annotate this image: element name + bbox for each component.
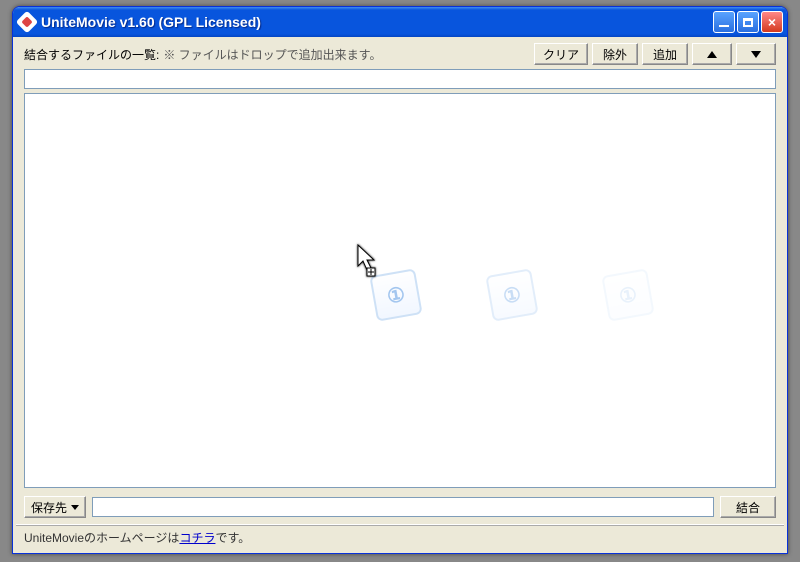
add-button[interactable]: 追加 (642, 43, 688, 65)
app-window: UniteMovie v1.60 (GPL Licensed) × 結合するファ… (12, 6, 788, 554)
drag-ghost-icons: ① ① ① (373, 272, 651, 318)
join-button[interactable]: 結合 (720, 496, 776, 518)
save-path-input[interactable] (92, 497, 714, 517)
clear-button[interactable]: クリア (534, 43, 588, 65)
triangle-up-icon (707, 51, 717, 58)
ghost-file-icon: ① (601, 268, 654, 321)
move-up-button[interactable] (692, 43, 732, 65)
window-title: UniteMovie v1.60 (GPL Licensed) (41, 14, 713, 30)
status-prefix: UniteMovieのホームページは (24, 531, 179, 545)
status-bar: UniteMovieのホームページはコチラです。 (16, 524, 784, 550)
current-path-input[interactable] (24, 69, 776, 89)
drop-hint: ※ ファイルはドロップで追加出来ます。 (163, 46, 381, 63)
titlebar[interactable]: UniteMovie v1.60 (GPL Licensed) × (13, 7, 787, 37)
client-area: 結合するファイルの一覧: ※ ファイルはドロップで追加出来ます。 クリア 除外 … (16, 37, 784, 550)
dropdown-arrow-icon (71, 505, 79, 510)
homepage-link[interactable]: コチラ (179, 531, 215, 545)
bottom-toolbar: 保存先 結合 (16, 494, 784, 524)
ghost-file-icon: ① (369, 268, 422, 321)
app-icon (16, 11, 39, 34)
close-button[interactable]: × (761, 11, 783, 33)
move-down-button[interactable] (736, 43, 776, 65)
ghost-file-icon: ① (485, 268, 538, 321)
remove-button[interactable]: 除外 (592, 43, 638, 65)
toolbar: 結合するファイルの一覧: ※ ファイルはドロップで追加出来ます。 クリア 除外 … (16, 37, 784, 69)
triangle-down-icon (751, 51, 761, 58)
status-suffix: です。 (215, 531, 250, 545)
current-path-row (16, 69, 784, 93)
window-controls: × (713, 11, 783, 33)
maximize-button[interactable] (737, 11, 759, 33)
save-to-label: 保存先 (31, 499, 67, 516)
minimize-button[interactable] (713, 11, 735, 33)
save-to-dropdown[interactable]: 保存先 (24, 496, 86, 518)
file-list-label: 結合するファイルの一覧: (24, 46, 159, 63)
file-list-area[interactable]: ① ① ① (24, 93, 776, 488)
